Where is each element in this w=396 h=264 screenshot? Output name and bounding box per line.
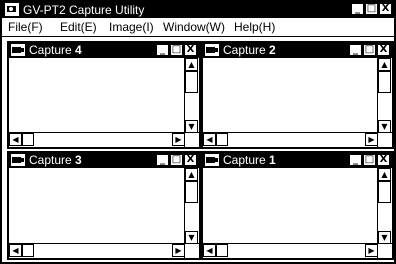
scroll-corner: [377, 132, 392, 147]
app-titlebar[interactable]: GV-PT2 Capture Utility _ □ X: [2, 2, 394, 18]
scroll-thumb[interactable]: [378, 181, 391, 203]
minimize-button[interactable]: _: [351, 3, 364, 15]
scroll-thumb[interactable]: [216, 133, 228, 146]
scroll-up-button[interactable]: ▲: [185, 168, 198, 181]
app-window: GV-PT2 Capture Utility _ □ X File(F) Edi…: [0, 0, 396, 264]
close-button[interactable]: X: [379, 3, 392, 15]
maximize-button[interactable]: □: [363, 44, 376, 56]
capture-icon[interactable]: [11, 44, 25, 56]
scroll-up-button[interactable]: ▲: [378, 168, 391, 181]
capture-window-2[interactable]: Capture 2 _ □ X ▲ ▼ ◀ ▶: [201, 41, 394, 149]
capture-title: Capture 1: [223, 153, 276, 167]
capture-titlebar[interactable]: Capture 4 _ □ X: [9, 43, 199, 58]
close-button[interactable]: X: [184, 44, 197, 56]
vertical-scrollbar[interactable]: ▲ ▼: [377, 58, 392, 133]
menu-file[interactable]: File(F): [8, 21, 43, 34]
vertical-scrollbar[interactable]: ▲ ▼: [377, 168, 392, 244]
capture-titlebar[interactable]: Capture 1 _ □ X: [203, 153, 392, 168]
menu-help[interactable]: Help(H): [234, 21, 275, 34]
maximize-button[interactable]: □: [363, 154, 376, 166]
scroll-corner: [184, 132, 199, 147]
capture-icon[interactable]: [11, 154, 25, 166]
capture-window-3[interactable]: Capture 3 _ □ X ▲ ▼ ◀ ▶: [7, 151, 201, 260]
capture-title: Capture 2: [223, 43, 276, 57]
horizontal-scrollbar[interactable]: ◀ ▶: [203, 243, 378, 258]
minimize-button[interactable]: _: [156, 154, 169, 166]
horizontal-scrollbar[interactable]: ◀ ▶: [203, 132, 378, 147]
capture-titlebar[interactable]: Capture 2 _ □ X: [203, 43, 392, 58]
camera-icon[interactable]: [5, 3, 19, 16]
scroll-corner: [377, 243, 392, 258]
capture-window-1[interactable]: Capture 1 _ □ X ▲ ▼ ◀ ▶: [201, 151, 394, 260]
menu-image[interactable]: Image(I): [109, 21, 154, 34]
maximize-button[interactable]: □: [170, 44, 183, 56]
capture-icon[interactable]: [205, 44, 219, 56]
minimize-button[interactable]: _: [349, 154, 362, 166]
scroll-left-button[interactable]: ◀: [9, 244, 22, 257]
maximize-button[interactable]: □: [170, 154, 183, 166]
maximize-button[interactable]: □: [365, 3, 378, 15]
scroll-up-button[interactable]: ▲: [185, 58, 198, 71]
capture-view[interactable]: ▲ ▼ ◀ ▶: [203, 58, 392, 147]
minimize-button[interactable]: _: [156, 44, 169, 56]
capture-view[interactable]: ▲ ▼ ◀ ▶: [9, 168, 199, 258]
scroll-thumb[interactable]: [22, 133, 34, 146]
mdi-workspace: Capture 4 _ □ X ▲ ▼ ◀ ▶ Capture 2 _ □ X …: [2, 37, 394, 262]
scroll-thumb[interactable]: [185, 71, 198, 93]
close-button[interactable]: X: [184, 154, 197, 166]
horizontal-scrollbar[interactable]: ◀ ▶: [9, 243, 185, 258]
close-button[interactable]: X: [377, 44, 390, 56]
scroll-thumb[interactable]: [185, 181, 198, 203]
scroll-corner: [184, 243, 199, 258]
vertical-scrollbar[interactable]: ▲ ▼: [184, 58, 199, 133]
capture-view[interactable]: ▲ ▼ ◀ ▶: [203, 168, 392, 258]
capture-titlebar[interactable]: Capture 3 _ □ X: [9, 153, 199, 168]
scroll-left-button[interactable]: ◀: [203, 133, 216, 146]
scroll-left-button[interactable]: ◀: [203, 244, 216, 257]
menu-window[interactable]: Window(W): [163, 21, 225, 34]
capture-window-4[interactable]: Capture 4 _ □ X ▲ ▼ ◀ ▶: [7, 41, 201, 149]
scroll-thumb[interactable]: [22, 244, 34, 257]
horizontal-scrollbar[interactable]: ◀ ▶: [9, 132, 185, 147]
capture-title: Capture 3: [29, 153, 82, 167]
menu-bar: File(F) Edit(E) Image(I) Window(W) Help(…: [2, 19, 394, 37]
minimize-button[interactable]: _: [349, 44, 362, 56]
scroll-thumb[interactable]: [378, 71, 391, 93]
scroll-left-button[interactable]: ◀: [9, 133, 22, 146]
scroll-thumb[interactable]: [216, 244, 228, 257]
capture-icon[interactable]: [205, 154, 219, 166]
capture-view[interactable]: ▲ ▼ ◀ ▶: [9, 58, 199, 147]
scroll-up-button[interactable]: ▲: [378, 58, 391, 71]
capture-title: Capture 4: [29, 43, 82, 57]
close-button[interactable]: X: [377, 154, 390, 166]
menu-edit[interactable]: Edit(E): [60, 21, 97, 34]
app-title: GV-PT2 Capture Utility: [23, 3, 145, 17]
vertical-scrollbar[interactable]: ▲ ▼: [184, 168, 199, 244]
